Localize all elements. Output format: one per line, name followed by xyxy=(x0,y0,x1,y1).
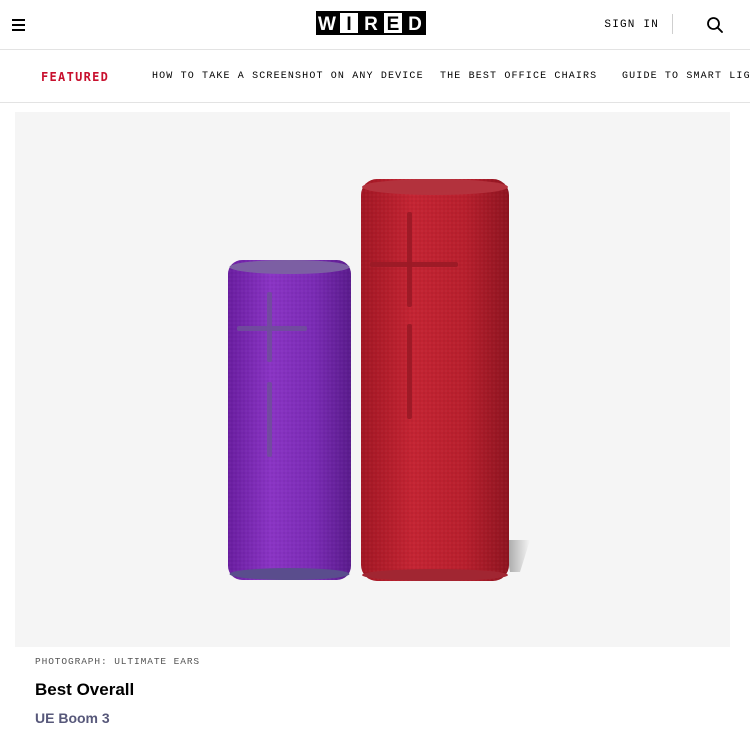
product-name-link[interactable]: UE Boom 3 xyxy=(35,710,110,726)
featured-nav: FEATURED HOW TO TAKE A SCREENSHOT ON ANY… xyxy=(0,51,750,103)
site-header: W I R E D SIGN IN xyxy=(0,0,750,50)
sign-in-link[interactable]: SIGN IN xyxy=(604,19,659,31)
logo-letter: R xyxy=(360,11,382,35)
featured-link-office-chairs[interactable]: THE BEST OFFICE CHAIRS xyxy=(440,71,597,82)
featured-label: FEATURED xyxy=(41,70,110,84)
logo-letter: E xyxy=(382,11,404,35)
logo-letter: I xyxy=(338,11,360,35)
search-icon[interactable] xyxy=(705,15,725,35)
speakers-photo xyxy=(228,179,530,581)
header-divider xyxy=(672,14,673,34)
section-heading: Best Overall xyxy=(35,680,135,699)
hero-image xyxy=(15,112,730,647)
logo-letter: W xyxy=(316,11,338,35)
logo-letter: D xyxy=(404,11,426,35)
photo-credit: PHOTOGRAPH: ULTIMATE EARS xyxy=(35,656,201,667)
featured-link-smart-lights[interactable]: GUIDE TO SMART LIGHTS xyxy=(622,71,750,82)
wired-logo[interactable]: W I R E D xyxy=(316,11,426,35)
red-speaker xyxy=(361,179,509,581)
featured-link-screenshot[interactable]: HOW TO TAKE A SCREENSHOT ON ANY DEVICE xyxy=(152,71,424,82)
purple-speaker xyxy=(228,260,351,580)
hamburger-menu-icon[interactable] xyxy=(10,15,28,35)
